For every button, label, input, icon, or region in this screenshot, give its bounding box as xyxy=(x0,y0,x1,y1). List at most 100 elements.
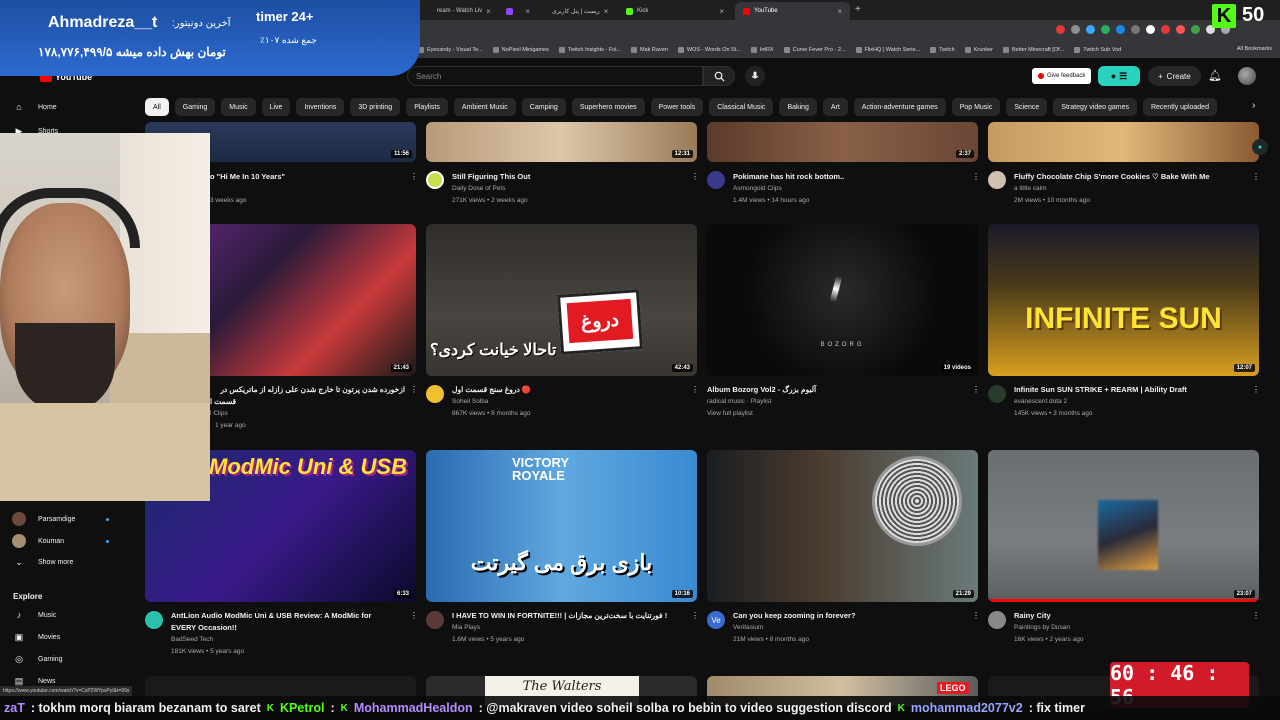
video-title-line2[interactable]: قسمت ا xyxy=(210,397,405,406)
video-thumbnail[interactable]: INFINITE SUN 12:07 xyxy=(988,224,1259,376)
chevron-right-icon[interactable]: › xyxy=(1252,100,1255,111)
channel-name[interactable]: a little calm xyxy=(1014,185,1047,192)
more-options-icon[interactable]: ⋮ xyxy=(1252,611,1260,620)
more-options-icon[interactable]: ⋮ xyxy=(691,172,699,181)
browser-tab[interactable]: ریست | پنل کاربری × xyxy=(540,2,616,20)
sidebar-item-gaming[interactable]: ◎ Gaming xyxy=(12,654,62,665)
chip-recently-uploaded[interactable]: Recently uploaded xyxy=(1142,98,1217,116)
close-tab-icon[interactable]: × xyxy=(837,7,842,16)
chip-inventions[interactable]: Inventions xyxy=(296,98,345,116)
sidebar-item-music[interactable]: ♪ Music xyxy=(12,610,57,620)
channel-name[interactable]: BadSeed Tech xyxy=(171,636,213,643)
sidebar-item-subscription[interactable]: Parsamdige xyxy=(12,512,109,526)
video-thumbnail[interactable]: VICTORY ROYALE بازی برق می گیرتت 10:16 xyxy=(426,450,697,602)
channel-avatar[interactable] xyxy=(426,385,444,403)
bookmark-item[interactable]: Twitch xyxy=(930,47,955,53)
more-options-icon[interactable]: ⋮ xyxy=(691,611,699,620)
channel-name[interactable]: evanescent dota 2 xyxy=(1014,398,1067,405)
more-options-icon[interactable]: ⋮ xyxy=(1252,172,1260,181)
video-thumbnail[interactable]: 21:29 xyxy=(707,450,978,602)
sidebar-item-home[interactable]: ⌂ Home xyxy=(12,102,56,112)
bookmark-item[interactable]: Krunker xyxy=(964,47,993,53)
notifications-bell-icon[interactable]: 🔔︎ xyxy=(1208,69,1222,82)
playlist-thumbnail[interactable]: BOZORG 19 videos xyxy=(707,224,978,376)
bookmark-item[interactable]: Better Minecraft [Of... xyxy=(1002,47,1064,53)
channel-avatar[interactable] xyxy=(707,171,725,189)
bookmark-item[interactable]: Twitch Insights - Fol... xyxy=(558,47,621,53)
all-bookmarks[interactable]: All Bookmarks xyxy=(1237,46,1272,52)
bookmark-item[interactable]: Twitch Sub Vod xyxy=(1074,47,1121,53)
video-title[interactable]: Still Figuring This Out xyxy=(452,172,682,181)
more-options-icon[interactable]: ⋮ xyxy=(410,611,418,620)
more-options-icon[interactable]: ⋮ xyxy=(972,172,980,181)
channel-name[interactable]: Veritasium xyxy=(733,624,763,631)
video-title[interactable]: Rainy City xyxy=(1014,611,1246,620)
chip-live[interactable]: Live xyxy=(261,98,291,116)
bookmark-item[interactable]: FlixHQ | Watch Serie... xyxy=(855,47,920,53)
sidebar-show-more[interactable]: ⌄ Show more xyxy=(12,557,73,568)
chip-gaming[interactable]: Gaming xyxy=(174,98,216,116)
sidebar-item-subscription[interactable]: Kouman xyxy=(12,534,109,548)
video-title[interactable]: ازخورده شدن پرتون تا خارج شدن علی زازله … xyxy=(210,385,405,394)
channel-avatar[interactable] xyxy=(988,385,1006,403)
channel-avatar[interactable] xyxy=(426,611,444,629)
chip-baking[interactable]: Baking xyxy=(779,98,817,116)
channel-name[interactable]: radical music · Playlist xyxy=(707,398,771,405)
playlist-title[interactable]: Album Bozorg Vol2 - آلبوم بزرگ xyxy=(707,385,962,394)
bookmark-item[interactable]: WOS - Words On St... xyxy=(677,47,741,53)
chip-pop-music[interactable]: Pop Music xyxy=(951,98,1001,116)
view-full-playlist-link[interactable]: View full playlist xyxy=(707,410,753,417)
chip-science[interactable]: Science xyxy=(1006,98,1048,116)
chip-music[interactable]: Music xyxy=(221,98,256,116)
channel-avatar[interactable] xyxy=(426,171,444,189)
channel-name[interactable]: Mia Plays xyxy=(452,624,480,631)
video-title[interactable]: دروغ سنج قسمت اول 🔴 xyxy=(452,385,682,394)
channel-avatar[interactable]: Ve xyxy=(707,611,725,629)
bookmark-item[interactable]: IntRX xyxy=(750,47,774,53)
chip-superhero-movies[interactable]: Superhero movies xyxy=(571,98,645,116)
video-thumbnail[interactable]: دروغ تاحالا خیانت کردی؟ 42:43 xyxy=(426,224,697,376)
browser-tab[interactable]: ream - Watch Liv × xyxy=(425,2,497,20)
video-thumbnail[interactable] xyxy=(988,122,1259,162)
create-button[interactable]: + Create xyxy=(1148,66,1201,86)
video-title[interactable]: Can you keep zooming in forever? xyxy=(733,611,963,620)
browser-tab[interactable]: YouTube × xyxy=(735,2,850,20)
chip-3d-printing[interactable]: 3D printing xyxy=(350,98,401,116)
video-title[interactable]: Infinite Sun SUN STRIKE + REARM | Abilit… xyxy=(1014,385,1246,394)
channel-name[interactable]: Daily Dose of Pets xyxy=(452,185,505,192)
extension-floating-icon[interactable]: ● xyxy=(1252,139,1268,155)
chip-all[interactable]: All xyxy=(145,98,169,116)
browser-tab[interactable]: Kick × xyxy=(618,2,732,20)
more-options-icon[interactable]: ⋮ xyxy=(972,611,980,620)
more-options-icon[interactable]: ⋮ xyxy=(972,385,980,394)
chip-strategy-video-games[interactable]: Strategy video games xyxy=(1053,98,1137,116)
voice-search-button[interactable] xyxy=(745,66,765,86)
chip-playlists[interactable]: Playlists xyxy=(406,98,448,116)
more-options-icon[interactable]: ⋮ xyxy=(410,385,418,394)
browser-tab[interactable]: × xyxy=(498,2,538,20)
close-tab-icon[interactable]: × xyxy=(525,7,530,16)
video-thumbnail[interactable]: 23:07 xyxy=(988,450,1259,602)
channel-avatar[interactable] xyxy=(145,611,163,629)
chip-camping[interactable]: Camping xyxy=(521,98,566,116)
bookmark-item[interactable]: Curve Fever Pro - 2... xyxy=(783,47,846,53)
more-options-icon[interactable]: ⋮ xyxy=(410,172,418,181)
close-tab-icon[interactable]: × xyxy=(719,7,724,16)
video-title[interactable]: o "Hi Me In 10 Years" xyxy=(210,172,400,181)
video-title-line2[interactable]: EVERY Occasion!! xyxy=(171,623,403,632)
channel-name[interactable]: l Clips xyxy=(210,410,228,417)
account-avatar[interactable] xyxy=(1238,67,1256,85)
video-title[interactable]: AntLion Audio ModMic Uni & USB Review: A… xyxy=(171,611,403,620)
chip-classical-music[interactable]: Classical Music xyxy=(709,98,774,116)
video-thumbnail[interactable]: 2:37 xyxy=(707,122,978,162)
bookmark-item[interactable]: Eyecandy - Visual Te... xyxy=(418,47,483,53)
channel-name[interactable]: Soheil Solba xyxy=(452,398,489,405)
chip-power-tools[interactable]: Power tools xyxy=(650,98,704,116)
close-tab-icon[interactable]: × xyxy=(604,7,609,16)
more-options-icon[interactable]: ⋮ xyxy=(1252,385,1260,394)
bookmark-item[interactable]: NoPixel Minigames xyxy=(492,47,549,53)
channel-name[interactable]: Asmongold Clips xyxy=(733,185,782,192)
video-title[interactable]: Fluffy Chocolate Chip S'more Cookies ♡ B… xyxy=(1014,172,1246,181)
video-title[interactable]: Pokimane has hit rock bottom.. xyxy=(733,172,963,181)
chip-art[interactable]: Art xyxy=(822,98,848,116)
